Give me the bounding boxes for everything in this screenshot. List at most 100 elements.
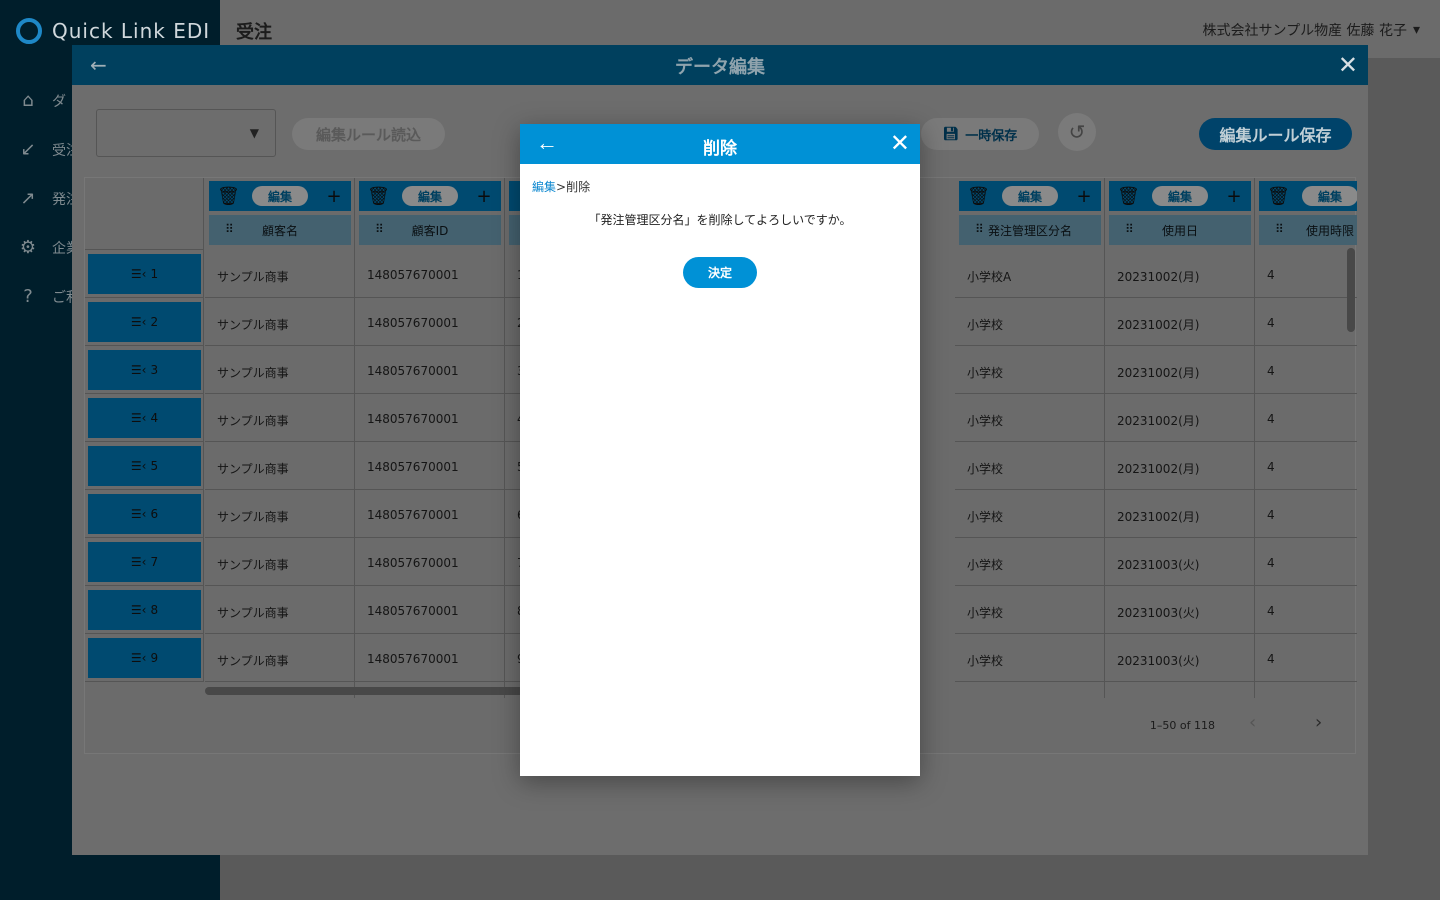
row-menu-icon: ☰‹ xyxy=(130,459,147,473)
drag-handle-icon[interactable]: ⠿ xyxy=(375,222,384,236)
trash-icon[interactable]: 🗑︎ xyxy=(967,186,990,207)
vertical-scrollbar[interactable] xyxy=(1347,248,1355,332)
column-edit-button[interactable]: 編集 xyxy=(1302,186,1357,206)
table-column: 🗑︎ 編集 + ⠿ 発注管理区分名 小学校A 小学校 小学校 小学校 小学校 小学校 小学校 小学校 小学… xyxy=(955,178,1105,698)
row-menu-button[interactable]: ☰‹ 1 xyxy=(88,254,201,294)
table-cell: 4 xyxy=(1255,490,1357,538)
plus-icon[interactable]: + xyxy=(1225,186,1243,207)
trash-icon[interactable]: 🗑︎ xyxy=(367,186,390,207)
dialog-header: ← 削除 ✕ xyxy=(520,124,920,164)
logo-text: Quick Link EDI xyxy=(52,19,211,43)
sidebar-item[interactable]: ↗ 発注 xyxy=(18,174,80,223)
table-cell: 20231003(火) xyxy=(1105,586,1255,634)
column-header[interactable]: ⠿ 使用日 xyxy=(1109,215,1251,245)
trash-icon[interactable]: 🗑︎ xyxy=(217,186,240,207)
table-cell: 148057670001 xyxy=(355,538,505,586)
rule-load-button[interactable]: 編集ルール読込 xyxy=(292,118,445,150)
column-toolbar: 🗑︎ 編集 + xyxy=(359,181,501,211)
help-icon: ? xyxy=(23,286,33,307)
chevron-left-icon[interactable]: ‹ xyxy=(1249,712,1256,733)
plus-icon[interactable]: + xyxy=(475,186,493,207)
user-name: 株式会社サンプル物産 佐藤 花子 xyxy=(1202,23,1407,39)
plus-icon[interactable]: + xyxy=(325,186,343,207)
column-header-label: 使用時限 xyxy=(1305,223,1354,238)
row-number: 9 xyxy=(150,651,159,665)
history-icon[interactable]: ↺ xyxy=(1058,113,1096,151)
row-menu-icon: ☰‹ xyxy=(130,651,147,665)
sidebar-item[interactable]: ? ご利 xyxy=(18,272,80,321)
row-number: 5 xyxy=(150,459,159,473)
table-cell: 小学校 xyxy=(955,298,1105,346)
drag-handle-icon[interactable]: ⠿ xyxy=(975,222,984,236)
column-edit-button[interactable]: 編集 xyxy=(1002,186,1058,206)
user-menu[interactable]: 株式会社サンプル物産 佐藤 花子 ▾ xyxy=(1202,20,1420,40)
gear-icon: ⚙ xyxy=(19,237,37,258)
sidebar-item[interactable]: ↙ 受注 xyxy=(18,125,80,174)
column-edit-button[interactable]: 編集 xyxy=(1152,186,1208,206)
plus-icon[interactable]: + xyxy=(1075,186,1093,207)
confirm-button[interactable]: 決定 xyxy=(683,257,757,288)
sidebar-item[interactable]: ⚙ 企業 xyxy=(18,223,80,272)
table-cell: サンプル商事 xyxy=(205,586,355,634)
row-number: 4 xyxy=(150,411,159,425)
row-menu-button[interactable]: ☰‹ 2 xyxy=(88,302,201,342)
table-cell: 小学校 xyxy=(955,394,1105,442)
column-header[interactable]: ⠿ 使用時限 xyxy=(1259,215,1357,245)
column-header[interactable]: ⠿ 顧客名 xyxy=(209,215,351,245)
sidebar-item-label: ダ xyxy=(52,93,66,110)
table-cell: 148057670001 xyxy=(355,250,505,298)
table-cell: 4 xyxy=(1255,346,1357,394)
table-cell: 20231002(月) xyxy=(1105,490,1255,538)
breadcrumb-current: 削除 xyxy=(566,180,591,194)
column-edit-button[interactable]: 編集 xyxy=(402,186,458,206)
trash-icon[interactable]: 🗑︎ xyxy=(1267,186,1290,207)
dialog-title: 削除 xyxy=(703,139,737,159)
table-cell: 4 xyxy=(1255,394,1357,442)
row-menu-button[interactable]: ☰‹ 5 xyxy=(88,446,201,486)
row-number: 6 xyxy=(150,507,159,521)
row-menu-button[interactable]: ☰‹ 7 xyxy=(88,542,201,582)
row-menu-button[interactable]: ☰‹ 3 xyxy=(88,350,201,390)
table-cell: サンプル商事 xyxy=(205,490,355,538)
save-temp-label: 一時保存 xyxy=(965,128,1018,144)
close-icon[interactable]: ✕ xyxy=(890,129,910,158)
table-cell: サンプル商事 xyxy=(205,346,355,394)
rule-select[interactable]: ▼ xyxy=(96,109,276,157)
save-temp-button[interactable]: 💾︎ 一時保存 xyxy=(921,118,1039,150)
row-menu-button[interactable]: ☰‹ 6 xyxy=(88,494,201,534)
sidebar-nav: ⌂ ダ ↙ 受注 ↗ 発注 ⚙ 企業? ご利 xyxy=(18,76,80,321)
drag-handle-icon[interactable]: ⠿ xyxy=(1275,222,1284,236)
row-menu-icon: ☰‹ xyxy=(130,315,147,329)
row-menu-icon: ☰‹ xyxy=(130,363,147,377)
rule-save-button[interactable]: 編集ルール保存 xyxy=(1199,118,1352,150)
table-cell: 小学校 xyxy=(955,490,1105,538)
row-menu-button[interactable]: ☰‹ 9 xyxy=(88,638,201,678)
row-menu-button[interactable]: ☰‹ 8 xyxy=(88,590,201,630)
table-cell: 小学校 xyxy=(955,442,1105,490)
column-toolbar: 🗑︎編集+ xyxy=(1259,181,1357,211)
table-cell: サンプル商事 xyxy=(205,298,355,346)
column-header[interactable]: ⠿ 顧客ID xyxy=(359,215,501,245)
breadcrumb-edit-link[interactable]: 編集 xyxy=(532,180,556,194)
column-header[interactable]: ⠿ 発注管理区分名 xyxy=(959,215,1101,245)
column-header-label: 使用日 xyxy=(1161,223,1198,238)
table-column: 🗑︎ 編集 + ⠿ 顧客名 サンプル商事 サンプル商事 サンプル商事 サンプル商事 サンプル商事サ… xyxy=(205,178,355,698)
drag-handle-icon[interactable]: ⠿ xyxy=(225,222,234,236)
sidebar-item[interactable]: ⌂ ダ xyxy=(18,76,80,125)
table-cell: 小学校 xyxy=(955,634,1105,682)
close-icon[interactable]: ✕ xyxy=(1338,51,1358,79)
trash-icon[interactable]: 🗑︎ xyxy=(1117,186,1140,207)
chevron-right-icon[interactable]: › xyxy=(1315,712,1322,733)
drag-handle-icon[interactable]: ⠿ xyxy=(1125,222,1134,236)
caret-down-icon: ▼ xyxy=(249,126,259,140)
row-menu-icon: ☰‹ xyxy=(130,555,147,569)
table-cell: 4 xyxy=(1255,298,1357,346)
table-cell: 小学校A xyxy=(955,250,1105,298)
row-menu-button[interactable]: ☰‹ 4 xyxy=(88,398,201,438)
table-cell: 4 xyxy=(1255,442,1357,490)
table-column: 🗑︎編集+⠿使用時限444444444 xyxy=(1255,178,1357,698)
column-edit-button[interactable]: 編集 xyxy=(252,186,308,206)
horizontal-scrollbar[interactable] xyxy=(205,687,535,695)
table-cell: 20231003(火) xyxy=(1105,538,1255,586)
column-toolbar: 🗑︎ 編集 + xyxy=(209,181,351,211)
